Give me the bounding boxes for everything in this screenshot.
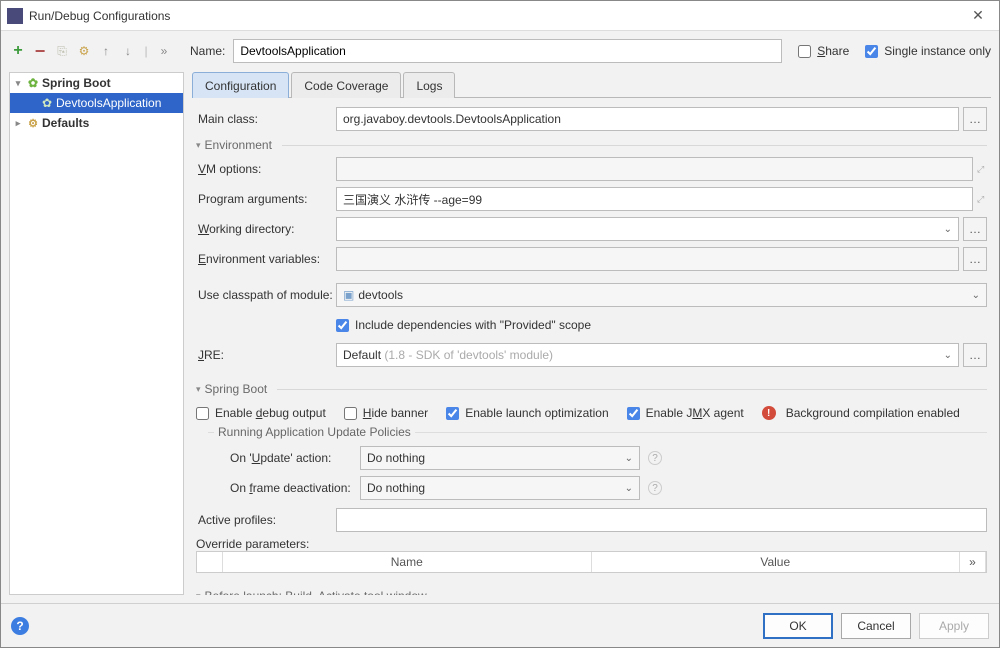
chevron-down-icon: ⌄ <box>972 290 980 301</box>
move-up-icon[interactable]: ↑ <box>97 42 115 60</box>
value-column: Value <box>592 552 961 572</box>
active-profiles-field[interactable] <box>336 508 987 532</box>
tab-configuration[interactable]: Configuration <box>192 72 289 98</box>
module-icon: ▣ <box>343 288 354 302</box>
config-tree[interactable]: ▾ ✿ Spring Boot ✿ DevtoolsApplication ▸ … <box>9 72 184 595</box>
single-instance-label: Single instance only <box>884 44 991 58</box>
bg-compile-label: Background compilation enabled <box>786 406 960 420</box>
vm-options-field[interactable] <box>336 157 973 181</box>
on-frame-label: On frame deactivation: <box>208 481 360 495</box>
tree-node-spring-boot[interactable]: ▾ ✿ Spring Boot <box>10 73 183 93</box>
expand-icon[interactable]: ⤢ <box>977 164 987 175</box>
add-config-button[interactable]: + <box>9 42 27 60</box>
chevron-down-icon[interactable]: ▾ <box>12 78 24 89</box>
dialog-footer: ? OK Cancel Apply <box>1 603 999 647</box>
chevron-down-icon: ▾ <box>196 140 201 151</box>
main-class-field[interactable]: org.javaboy.devtools.DevtoolsApplication <box>336 107 959 131</box>
browse-env-vars-button[interactable]: … <box>963 247 987 271</box>
chevron-down-icon: ⌄ <box>944 224 952 235</box>
spring-icon: ✿ <box>40 96 54 110</box>
chevron-down-icon: ▾ <box>196 591 201 596</box>
before-launch-section-header[interactable]: ▾ Before launch: Build, Activate tool wi… <box>196 589 987 595</box>
program-args-field[interactable]: 三国演义 水浒传 --age=99 <box>336 187 973 211</box>
name-label: Name: <box>190 44 225 58</box>
spring-icon: ✿ <box>26 76 40 90</box>
enable-jmx-checkbox[interactable] <box>627 407 640 420</box>
tab-code-coverage[interactable]: Code Coverage <box>291 72 401 98</box>
enable-launch-opt-checkbox[interactable] <box>446 407 459 420</box>
configuration-form: Main class: org.javaboy.devtools.Devtool… <box>192 98 991 595</box>
scroll-column[interactable]: » <box>960 552 986 572</box>
browse-jre-button[interactable]: … <box>963 343 987 367</box>
cancel-button[interactable]: Cancel <box>841 613 911 639</box>
tabs: Configuration Code Coverage Logs <box>192 72 991 98</box>
browse-working-dir-button[interactable]: … <box>963 217 987 241</box>
jre-label: JRE: <box>196 348 336 362</box>
apply-button[interactable]: Apply <box>919 613 989 639</box>
env-vars-label: Environment variables: <box>196 252 336 266</box>
share-label: Share <box>817 44 849 58</box>
active-profiles-label: Active profiles: <box>196 513 336 527</box>
enable-debug-checkbox[interactable] <box>196 407 209 420</box>
update-policies-title: Running Application Update Policies <box>214 425 415 439</box>
include-provided-checkbox[interactable] <box>336 319 349 332</box>
move-down-icon[interactable]: ↓ <box>119 42 137 60</box>
help-icon[interactable]: ? <box>648 481 662 495</box>
program-args-label: Program arguments: <box>196 192 336 206</box>
checkbox-column <box>197 552 223 572</box>
enable-launch-opt-label: Enable launch optimization <box>465 406 608 420</box>
expand-icon[interactable]: ⤢ <box>977 194 987 205</box>
ok-button[interactable]: OK <box>763 613 833 639</box>
hide-banner-label: Hide banner <box>363 406 428 420</box>
working-dir-field[interactable]: ⌄ <box>336 217 959 241</box>
app-icon <box>7 8 23 24</box>
chevron-down-icon: ⌄ <box>625 453 633 464</box>
remove-config-button[interactable]: − <box>31 42 49 60</box>
window-title: Run/Debug Configurations <box>29 9 963 23</box>
chevron-right-icon[interactable]: ▸ <box>12 118 24 129</box>
hide-banner-checkbox[interactable] <box>344 407 357 420</box>
enable-debug-label: Enable debug output <box>215 406 326 420</box>
env-vars-field[interactable] <box>336 247 959 271</box>
separator: | <box>141 44 151 58</box>
warning-icon: ! <box>762 406 776 420</box>
share-checkbox[interactable] <box>798 45 811 58</box>
chevron-down-icon: ⌄ <box>944 350 952 361</box>
on-update-label: On 'Update' action: <box>208 451 360 465</box>
classpath-label: Use classpath of module: <box>196 288 336 302</box>
name-column: Name <box>223 552 592 572</box>
classpath-select[interactable]: ▣devtools ⌄ <box>336 283 987 307</box>
chevron-down-icon: ▾ <box>196 384 201 395</box>
on-update-select[interactable]: Do nothing⌄ <box>360 446 640 470</box>
settings-icon[interactable]: ⚙ <box>75 42 93 60</box>
main-class-label: Main class: <box>196 112 336 126</box>
tree-node-defaults[interactable]: ▸ ⚙ Defaults <box>10 113 183 133</box>
config-toolbar: + − ⎘ ⚙ ↑ ↓ | » <box>9 42 184 60</box>
help-icon[interactable]: ? <box>648 451 662 465</box>
browse-main-class-button[interactable]: … <box>963 107 987 131</box>
on-frame-select[interactable]: Do nothing⌄ <box>360 476 640 500</box>
override-params-label: Override parameters: <box>196 537 987 551</box>
chevron-down-icon: ⌄ <box>625 483 633 494</box>
include-provided-label: Include dependencies with "Provided" sco… <box>355 318 591 332</box>
enable-jmx-label: Enable JMX agent <box>646 406 744 420</box>
gear-icon: ⚙ <box>26 116 40 130</box>
name-input[interactable] <box>233 39 782 63</box>
update-policies-group: Running Application Update Policies On '… <box>208 432 987 501</box>
spring-boot-section-header[interactable]: ▾ Spring Boot <box>196 382 987 396</box>
working-dir-label: Working directory: <box>196 222 336 236</box>
override-params-table-header: Name Value » <box>196 551 987 573</box>
tab-logs[interactable]: Logs <box>403 72 455 98</box>
close-icon[interactable]: ✕ <box>963 7 993 24</box>
single-instance-checkbox[interactable] <box>865 45 878 58</box>
environment-section-header[interactable]: ▾ Environment <box>196 138 987 152</box>
copy-config-button[interactable]: ⎘ <box>53 42 71 60</box>
expand-all-icon[interactable]: » <box>155 42 173 60</box>
jre-select[interactable]: Default (1.8 - SDK of 'devtools' module)… <box>336 343 959 367</box>
titlebar: Run/Debug Configurations ✕ <box>1 1 999 31</box>
vm-options-label: VM options: <box>196 162 336 176</box>
tree-node-devtools-app[interactable]: ✿ DevtoolsApplication <box>10 93 183 113</box>
help-button[interactable]: ? <box>11 617 29 635</box>
